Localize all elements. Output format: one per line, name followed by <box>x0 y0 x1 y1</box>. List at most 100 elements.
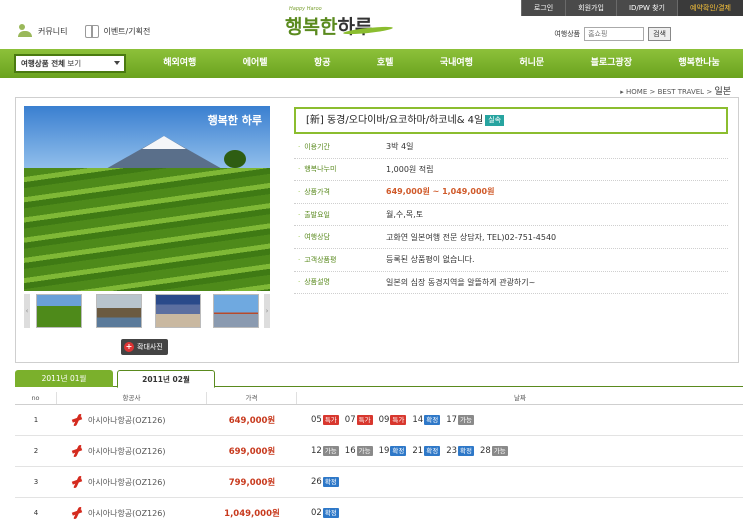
product-detail: 행복한 하루 ‹ › + 확대사진 [新] 동경/오다이바/요코하마/하코네& … <box>15 97 739 363</box>
product-category-select[interactable]: 여행상품 전체 보기 <box>14 54 126 73</box>
departure-date[interactable]: 21 확정 <box>412 446 441 456</box>
thumbnail[interactable] <box>213 294 259 328</box>
nav-item-sharing[interactable]: 행복한나눔 <box>678 49 719 78</box>
table-row[interactable]: 3 아시아나항공(OZ126) 799,000원 26 확정 <box>15 467 743 498</box>
reservation-link[interactable]: 예약확인/결제 <box>677 0 743 16</box>
price-cell: 699,000원 <box>228 447 276 457</box>
date-status-badge: 확정 <box>424 415 441 425</box>
site-logo[interactable]: Happy Haroo 행복한하루 <box>283 6 403 40</box>
nav-item-overseas[interactable]: 해외여행 <box>163 49 196 78</box>
thumbnail[interactable] <box>96 294 142 328</box>
breadcrumb-best[interactable]: BEST TRAVEL <box>658 88 704 96</box>
search-button[interactable]: 검색 <box>648 27 671 41</box>
dates-cell: 26 확정 <box>297 477 743 487</box>
tab-2011-02[interactable]: 2011년 02월 <box>117 370 215 388</box>
departure-date[interactable]: 12 가능 <box>311 446 339 456</box>
zoom-photo-button[interactable]: + 확대사진 <box>121 339 168 355</box>
thumb-next-button[interactable]: › <box>264 294 270 328</box>
photo-watermark: 행복한 하루 <box>207 114 262 127</box>
table-row[interactable]: 2 아시아나항공(OZ126) 699,000원 12 가능 16 가능 19 확정 21 확정 23… <box>15 436 743 467</box>
airline-name: 아시아나항공(OZ126) <box>88 446 166 456</box>
gift-icon <box>85 24 100 38</box>
date-status-badge: 확정 <box>322 477 339 487</box>
info-row: 출발요일월,수,목,토 <box>294 204 728 227</box>
table-row[interactable]: 4 아시아나항공(OZ126) 1,049,000원 02 확정 <box>15 498 743 527</box>
nav-item-hotel[interactable]: 호텔 <box>377 49 394 78</box>
airline-logo-icon <box>71 414 83 426</box>
departure-date[interactable]: 16 가능 <box>345 446 373 456</box>
info-row: 상품설명일본의 심장 동경지역을 알뜰하게 관광하기~ <box>294 272 728 295</box>
date-status-badge: 가능 <box>356 446 373 456</box>
nav-item-blog[interactable]: 블로그광장 <box>591 49 632 78</box>
info-row: 행복나누미1,000원 적립 <box>294 159 728 182</box>
utility-bar: 로그인 회원가입 ID/PW 찾기 예약확인/결제 <box>520 0 743 16</box>
search-label: 여행상품 <box>554 30 581 38</box>
departure-date[interactable]: 07 특가 <box>345 415 373 425</box>
thumbnail-strip: ‹ › <box>24 294 270 330</box>
table-row[interactable]: 1 아시아나항공(OZ126) 649,000원 05 특가 07 특가 09 특가 14 확정 17… <box>15 405 743 436</box>
airline-logo-icon <box>71 507 83 519</box>
breadcrumb-current: 일본 <box>714 87 731 97</box>
date-status-badge: 확정 <box>424 446 441 456</box>
row-number: 1 <box>33 416 39 424</box>
nav-menu: 해외여행 에어텔 항공 호텔 국내여행 허니문 블로그광장 행복한나눔 <box>140 49 743 78</box>
product-title: [新] 동경/오다이바/요코하마/하코네& 4일 실속 <box>294 107 728 134</box>
departure-date[interactable]: 14 확정 <box>412 415 441 425</box>
departure-date[interactable]: 23 확정 <box>446 446 474 456</box>
date-status-badge: 가능 <box>458 415 474 425</box>
info-row: 여행상담고화연 일본여행 전문 상담자, TEL)02-751-4540 <box>294 226 728 249</box>
search-input[interactable] <box>584 27 645 41</box>
logo-text: 행복한하루 <box>285 16 373 38</box>
community-link[interactable]: 커뮤니티 <box>18 24 67 38</box>
airline-name: 아시아나항공(OZ126) <box>88 415 166 425</box>
plus-icon: + <box>124 342 134 352</box>
departure-date[interactable]: 17 가능 <box>446 415 474 425</box>
thumbnail[interactable] <box>155 294 201 328</box>
table-header: no 항공사 가격 날짜 <box>15 392 743 405</box>
product-info: 이용기간3박 4일 행복나누미1,000원 적립 상품가격649,000원 ~ … <box>294 136 728 295</box>
thumbnail[interactable] <box>36 294 82 328</box>
row-number: 4 <box>33 509 39 517</box>
dates-cell: 05 특가 07 특가 09 특가 14 확정 17 가능 <box>297 415 743 425</box>
departure-date[interactable]: 02 확정 <box>311 508 339 518</box>
dates-cell: 02 확정 <box>297 508 743 518</box>
info-row: 이용기간3박 4일 <box>294 136 728 159</box>
login-link[interactable]: 로그인 <box>520 0 566 16</box>
nav-item-domestic[interactable]: 국내여행 <box>440 49 473 78</box>
main-nav: 여행상품 전체 보기 해외여행 에어텔 항공 호텔 국내여행 허니문 블로그광장… <box>0 49 743 78</box>
airline-logo-icon <box>71 445 83 457</box>
departure-table: no 항공사 가격 날짜 1 아시아나항공(OZ126) 649,000원 05 특가 0… <box>15 392 743 527</box>
breadcrumb-home[interactable]: ▸ HOME <box>620 88 647 96</box>
nav-item-air[interactable]: 항공 <box>314 49 331 78</box>
price-cell: 1,049,000원 <box>224 509 280 519</box>
events-label: 이벤트/기획전 <box>103 26 151 36</box>
date-status-badge: 가능 <box>491 446 508 456</box>
airline-cell: 아시아나항공(OZ126) <box>57 476 207 488</box>
departure-date[interactable]: 05 특가 <box>311 415 339 425</box>
date-status-badge: 가능 <box>322 446 339 456</box>
row-number: 3 <box>33 478 39 486</box>
date-status-badge: 특가 <box>356 415 373 425</box>
airline-name: 아시아나항공(OZ126) <box>88 477 166 487</box>
tab-2011-01[interactable]: 2011년 01월 <box>15 370 113 387</box>
signup-link[interactable]: 회원가입 <box>565 0 616 16</box>
info-row: 고객상품평등록된 상품평이 없습니다. <box>294 249 728 272</box>
date-status-badge: 특가 <box>322 415 339 425</box>
departure-date[interactable]: 09 특가 <box>379 415 407 425</box>
departure-date[interactable]: 19 확정 <box>379 446 407 456</box>
airline-cell: 아시아나항공(OZ126) <box>57 507 207 519</box>
find-idpw-link[interactable]: ID/PW 찾기 <box>615 0 677 16</box>
thumb-prev-button[interactable]: ‹ <box>24 294 30 328</box>
info-row: 상품가격649,000원 ~ 1,049,000원 <box>294 181 728 204</box>
main-photo: 행복한 하루 <box>24 106 270 291</box>
price-cell: 799,000원 <box>228 478 276 488</box>
dates-cell: 12 가능 16 가능 19 확정 21 확정 23 확정 28 가능 <box>297 446 743 456</box>
price-cell: 649,000원 <box>228 416 276 426</box>
departure-date[interactable]: 28 가능 <box>480 446 508 456</box>
events-link[interactable]: 이벤트/기획전 <box>85 24 151 38</box>
airline-name: 아시아나항공(OZ126) <box>88 508 166 518</box>
departure-date[interactable]: 26 확정 <box>311 477 339 487</box>
nav-item-airtel[interactable]: 에어텔 <box>243 49 268 78</box>
nav-item-honeymoon[interactable]: 허니문 <box>519 49 544 78</box>
airline-cell: 아시아나항공(OZ126) <box>57 414 207 426</box>
